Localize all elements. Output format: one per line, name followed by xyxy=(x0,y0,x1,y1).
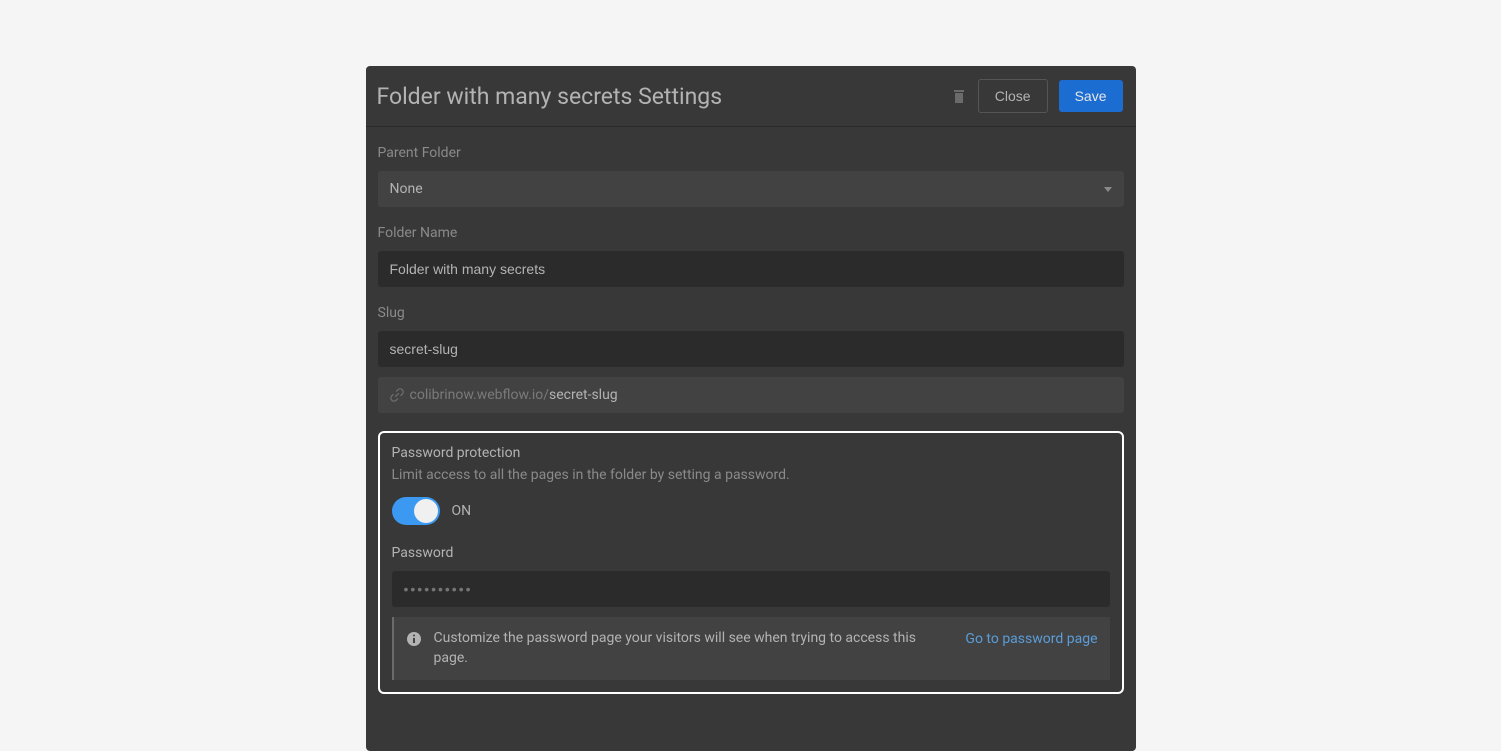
modal-body: Parent Folder None Folder Name Slug coli… xyxy=(366,127,1136,706)
parent-folder-group: Parent Folder None xyxy=(378,145,1124,207)
slug-input[interactable] xyxy=(378,331,1124,367)
save-button[interactable]: Save xyxy=(1059,80,1123,112)
password-protection-section: Password protection Limit access to all … xyxy=(378,431,1124,694)
modal-title: Folder with many secrets Settings xyxy=(377,83,723,110)
folder-name-group: Folder Name xyxy=(378,225,1124,287)
trash-icon[interactable] xyxy=(951,88,967,104)
folder-name-input[interactable] xyxy=(378,251,1124,287)
modal-header: Folder with many secrets Settings Close … xyxy=(366,66,1136,127)
slug-label: Slug xyxy=(378,305,1124,321)
folder-name-label: Folder Name xyxy=(378,225,1124,241)
folder-settings-modal: Folder with many secrets Settings Close … xyxy=(366,66,1136,751)
url-slug: secret-slug xyxy=(549,387,618,403)
header-actions: Close Save xyxy=(951,79,1123,113)
info-text: Customize the password page your visitor… xyxy=(434,629,942,668)
toggle-row: ON xyxy=(392,497,1110,525)
url-display: colibrinow.webflow.io/secret-slug xyxy=(378,377,1124,413)
password-toggle[interactable] xyxy=(392,497,440,525)
parent-folder-label: Parent Folder xyxy=(378,145,1124,161)
go-to-password-page-link[interactable]: Go to password page xyxy=(965,631,1097,647)
slug-group: Slug colibrinow.webflow.io/secret-slug xyxy=(378,305,1124,413)
password-label: Password xyxy=(392,545,1110,561)
toggle-knob xyxy=(414,499,438,523)
chevron-down-icon xyxy=(1104,187,1112,192)
parent-folder-select[interactable]: None xyxy=(378,171,1124,207)
info-banner: Customize the password page your visitor… xyxy=(392,617,1110,680)
close-button[interactable]: Close xyxy=(978,79,1048,113)
password-section-description: Limit access to all the pages in the fol… xyxy=(392,467,1110,483)
password-input[interactable] xyxy=(392,571,1110,607)
toggle-state-label: ON xyxy=(452,503,472,519)
parent-folder-value: None xyxy=(390,181,423,197)
link-icon xyxy=(390,388,404,402)
url-base: colibrinow.webflow.io/ xyxy=(410,387,549,403)
info-icon xyxy=(406,631,422,647)
password-section-title: Password protection xyxy=(392,445,1110,461)
